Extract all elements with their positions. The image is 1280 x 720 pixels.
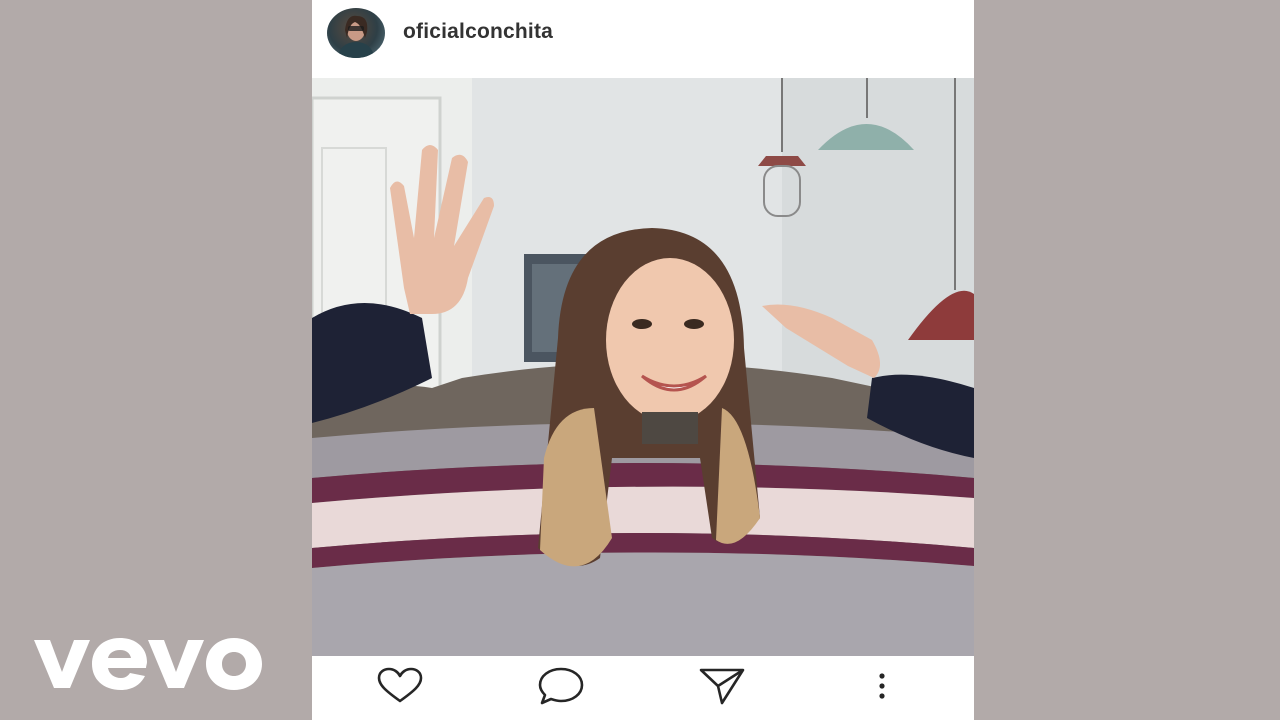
post-photo <box>312 78 974 656</box>
paper-plane-icon <box>699 668 745 705</box>
vevo-logo <box>30 626 270 696</box>
post-username[interactable]: oficialconchita <box>403 20 553 44</box>
comment-button[interactable] <box>536 666 586 706</box>
post-header: oficialconchita <box>312 0 974 78</box>
instagram-post-card: oficialconchita <box>312 0 974 720</box>
more-vertical-icon <box>879 673 885 699</box>
user-avatar[interactable] <box>327 8 385 58</box>
share-button[interactable] <box>697 666 747 706</box>
more-options-button[interactable] <box>857 666 907 706</box>
heart-icon <box>377 667 423 703</box>
post-action-bar <box>312 656 974 720</box>
comment-bubble-icon <box>538 667 584 705</box>
like-button[interactable] <box>375 666 425 706</box>
